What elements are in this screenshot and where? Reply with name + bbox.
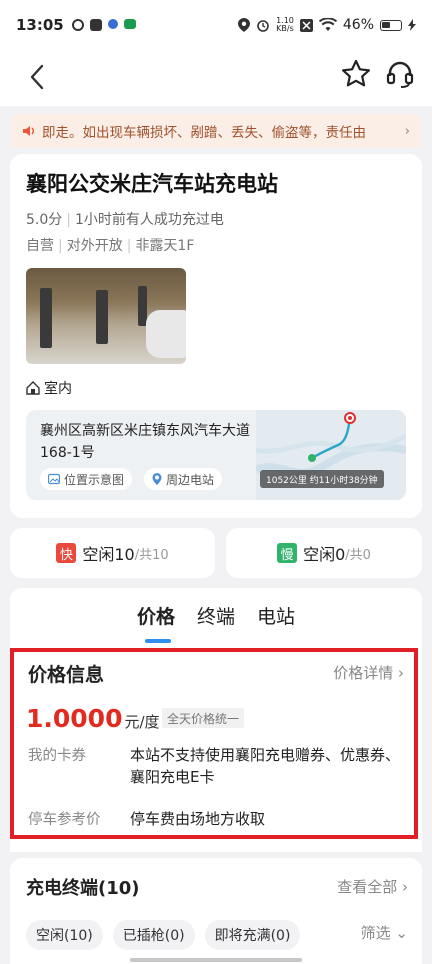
home-indicator[interactable] [130,958,302,962]
coupon-value: 本站不支持使用襄阳充电赠券、优惠券、襄阳充电E卡 [130,746,401,786]
pin-icon [152,473,162,485]
parking-label: 停车参考价 [28,812,101,828]
price-info-section: 价格信息 价格详情 › 1.0000 元/度 全天价格统一 我的卡券 本站不支持使… [10,648,418,839]
back-icon[interactable] [24,62,54,92]
nearby-stations-button[interactable]: 周边电站 [144,468,223,490]
price-info-title: 价格信息 [28,664,105,686]
message-icon [89,19,102,31]
app-notification-icon [71,19,84,31]
station-photo[interactable] [26,268,186,364]
wifi-icon [318,18,337,31]
station-tags: 自营 | 对外开放 | 非露天1F [26,238,195,254]
chevron-right-icon: › [398,664,404,682]
slow-tag: 慢 [277,543,298,563]
battery-text: 46% [342,17,374,33]
terminal-filters: 空闲(10) 已插枪(0) 即将充满(0) [26,920,301,950]
tab-bar: 价格 终端 电站 [10,602,422,643]
notice-text: 即走。如出现车辆损坏、剐蹭、丢失、偷盗等，责任由 [42,125,366,141]
alarm-icon [257,20,269,32]
coupon-label: 我的卡券 [28,748,86,764]
route-distance: 1052公里 约11小时38分钟 [260,470,384,488]
notice-chevron-icon: › [404,123,410,139]
fast-charger-card[interactable]: 快 空闲10 /共10 [10,528,215,578]
image-icon [48,473,60,485]
house-icon [26,381,40,395]
charging-icon [408,19,416,31]
map-card[interactable]: 襄州区高新区米庄镇东风汽车大道168-1号 位置示意图 周边电站 1052公里 … [26,410,406,500]
nav-bar [0,50,432,106]
location-map-button[interactable]: 位置示意图 [40,468,133,490]
filter-idle[interactable]: 空闲(10) [26,920,103,950]
speaker-icon [23,126,34,136]
tab-station[interactable]: 电站 [257,602,295,629]
price-value: 1.0000 元/度 [26,704,160,733]
station-name: 襄阳公交米庄汽车站充电站 [26,172,278,196]
indoor-label: 室内 [26,378,72,398]
view-all-link[interactable]: 查看全部 › [337,876,408,897]
network-speed: 1.10 KB/s [276,16,294,33]
battery-icon [380,19,402,31]
chevron-down-icon: ⌄ [395,924,408,942]
filter-plugged[interactable]: 已插枪(0) [112,920,195,950]
status-bar: 13:05 1.10 KB/s 46% [0,0,432,50]
parking-value: 停车费由场地方收取 [130,810,266,828]
status-time: 13:05 [16,16,64,34]
notice-banner[interactable]: 即走。如出现车辆损坏、剐蹭、丢失、偷盗等，责任由 › [10,114,422,148]
station-address: 襄州区高新区米庄镇东风汽车大道168-1号 [40,423,250,461]
fast-tag: 快 [56,543,77,563]
tab-terminal[interactable]: 终端 [197,602,235,629]
terminals-card: 充电终端(10) 查看全部 › 空闲(10) 已插枪(0) 即将充满(0) 筛选… [10,858,422,964]
filter-almost-full[interactable]: 即将充满(0) [204,920,301,950]
tab-price[interactable]: 价格 [137,602,175,643]
filter-button[interactable]: 筛选 ⌄ [361,922,408,943]
station-card: 襄阳公交米庄汽车站充电站 5.0分 | 1小时前有人成功充过电 自营 | 对外开放 | 非露… [10,154,422,518]
station-rating: 5.0分 | 1小时前有人成功充过电 [26,212,224,228]
terminals-title: 充电终端(10) [26,878,140,899]
mute-icon [299,18,313,32]
price-detail-link[interactable]: 价格详情 › [333,662,404,683]
favorite-star-icon[interactable] [340,58,372,90]
slow-charger-card[interactable]: 慢 空闲0 /共0 [226,528,422,578]
location-icon [238,18,251,32]
app-icon-2 [123,19,136,29]
uniform-price-badge: 全天价格统一 [162,708,245,728]
chevron-right-icon: › [402,878,408,896]
customer-service-icon[interactable] [384,58,416,90]
app-icon [107,19,118,29]
